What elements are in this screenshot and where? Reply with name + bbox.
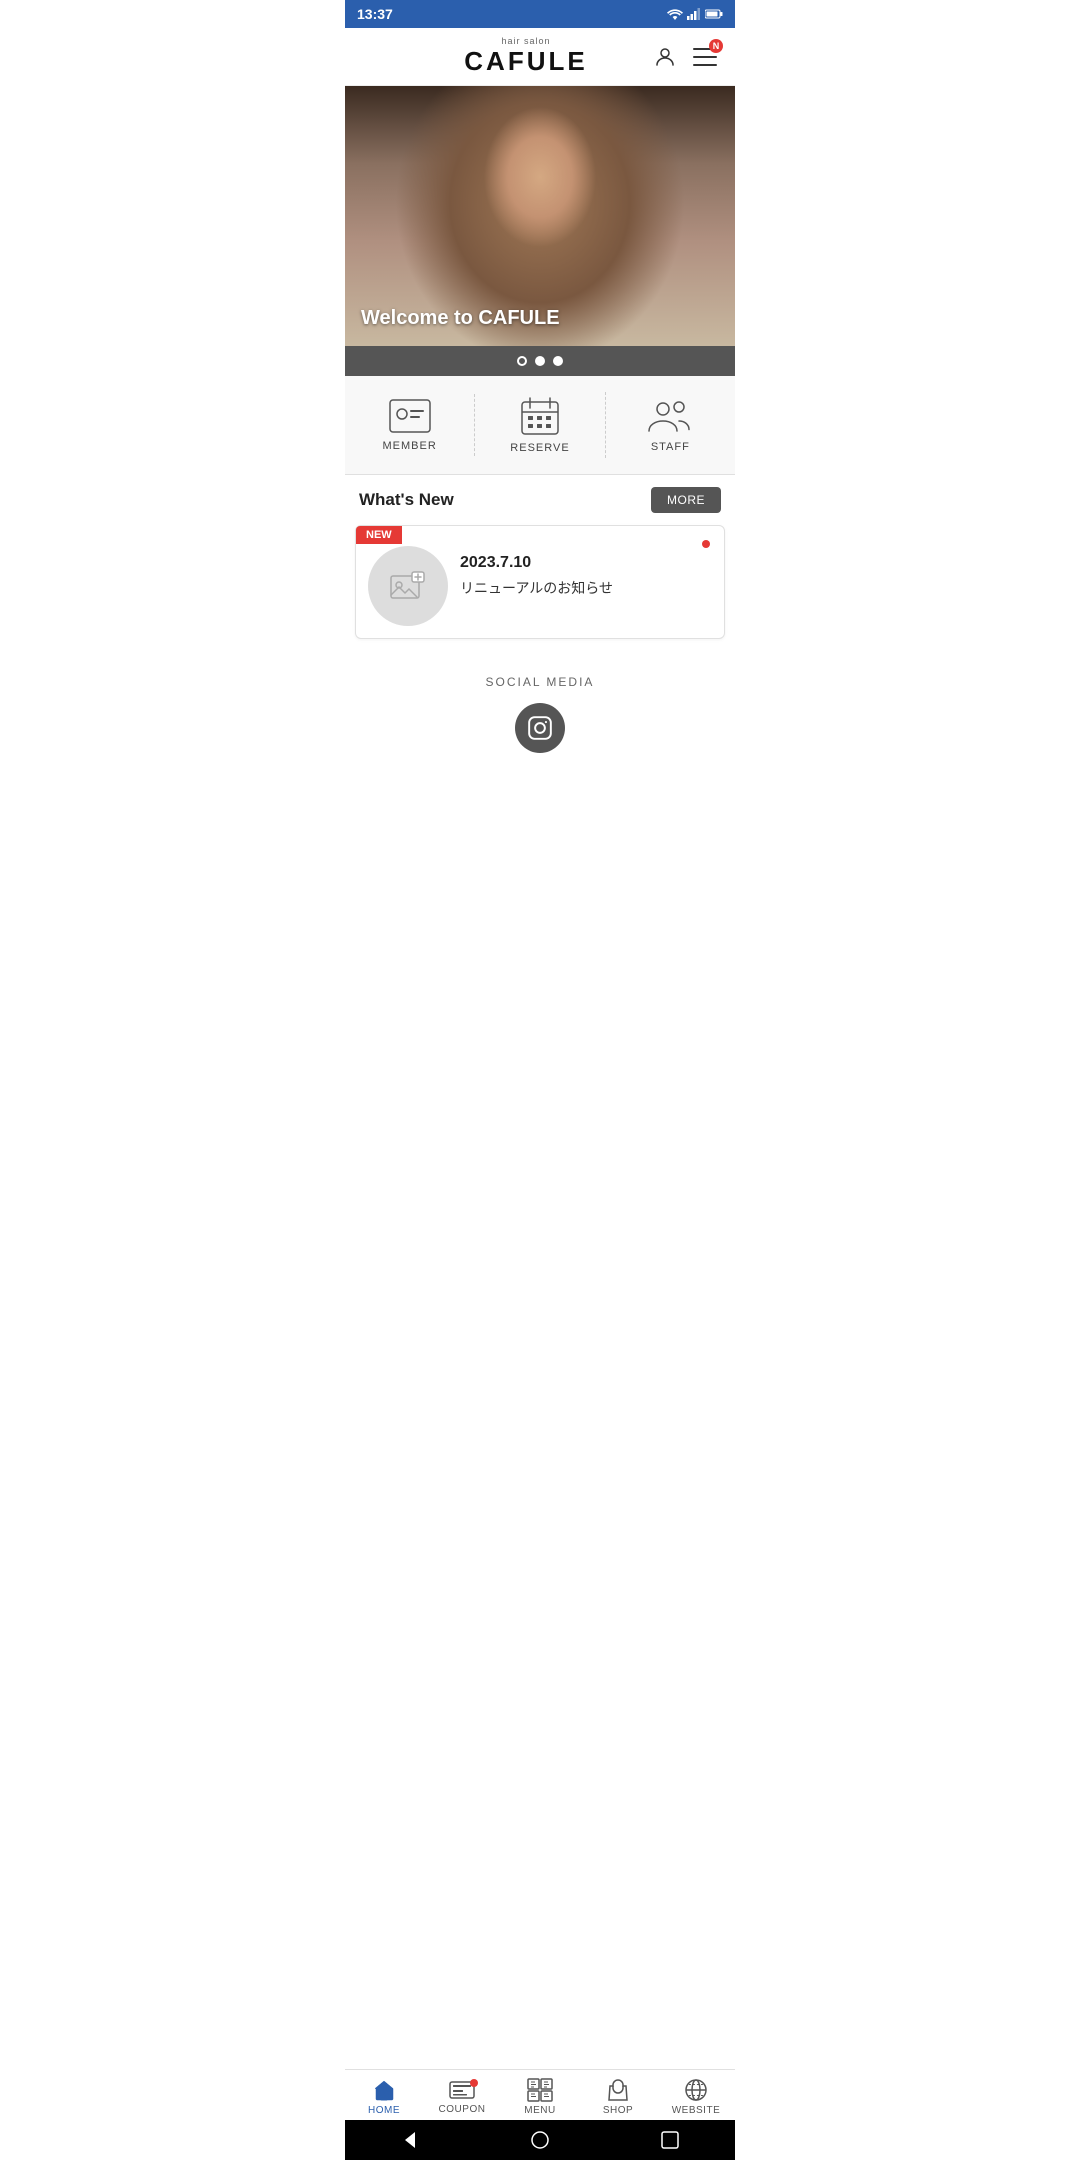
menu-button[interactable]: N (691, 43, 719, 71)
news-title: リニューアルのお知らせ (460, 578, 712, 598)
home-icon (372, 2078, 396, 2102)
coupon-label: COUPON (439, 2104, 486, 2115)
photo-icon (390, 571, 426, 601)
new-badge: NEW (356, 526, 402, 544)
carousel-dot-2[interactable] (535, 356, 545, 366)
person-icon (653, 45, 677, 69)
status-time: 13:37 (357, 6, 393, 22)
website-label: WEBSITE (672, 2105, 721, 2116)
shop-icon (606, 2078, 630, 2102)
hero-welcome-text: Welcome to CAFULE (361, 307, 560, 330)
recents-button[interactable] (660, 2130, 680, 2150)
battery-icon (705, 9, 723, 19)
whats-new-section: What's New MORE (345, 475, 735, 525)
social-title: SOCIAL MEDIA (486, 675, 595, 689)
status-icons (667, 8, 723, 20)
reserve-icon (520, 396, 560, 436)
android-navbar (345, 2120, 735, 2160)
logo-brand: CAFULE (464, 46, 587, 77)
logo-subtitle: hair salon (501, 36, 550, 46)
status-bar: 13:37 (345, 0, 735, 28)
bottom-nav-shop[interactable]: SHOP (579, 2078, 657, 2116)
news-date: 2023.7.10 (460, 554, 712, 572)
bottom-nav-home[interactable]: HOME (345, 2078, 423, 2116)
carousel-dots (345, 346, 735, 376)
header-actions: N (651, 43, 719, 71)
news-content: 2023.7.10 リニューアルのお知らせ (460, 538, 712, 598)
carousel-dot-3[interactable] (553, 356, 563, 366)
reserve-label: RESERVE (510, 442, 569, 454)
more-button[interactable]: MORE (651, 487, 721, 513)
instagram-button[interactable] (515, 703, 565, 753)
instagram-icon (527, 715, 553, 741)
hero-banner: Welcome to CAFULE (345, 86, 735, 346)
news-card[interactable]: NEW 2023.7.10 リニューアルのお知らせ (355, 525, 725, 639)
notification-badge: N (709, 39, 723, 53)
nav-reserve[interactable]: RESERVE (475, 392, 605, 458)
website-icon (684, 2078, 708, 2102)
member-label: MEMBER (383, 440, 437, 452)
carousel-dot-1[interactable] (517, 356, 527, 366)
app-logo: hair salon CAFULE (464, 36, 587, 77)
home-button[interactable] (530, 2130, 550, 2150)
unread-dot (702, 540, 710, 548)
coupon-notification-dot (470, 2079, 478, 2087)
bottom-nav: HOME COUPON MENU (345, 2069, 735, 2120)
signal-icon (687, 8, 701, 20)
social-section: SOCIAL MEDIA (345, 655, 735, 773)
menu-icon (527, 2078, 553, 2102)
staff-icon (647, 397, 693, 435)
app-header: hair salon CAFULE N (345, 28, 735, 86)
whats-new-title: What's New (359, 490, 454, 510)
home-label: HOME (368, 2105, 400, 2116)
back-button[interactable] (400, 2130, 420, 2150)
member-icon (388, 398, 432, 434)
quick-nav: MEMBER RESERVE STAFF (345, 376, 735, 475)
nav-member[interactable]: MEMBER (345, 394, 475, 456)
bottom-nav-menu[interactable]: MENU (501, 2078, 579, 2116)
nav-staff[interactable]: STAFF (606, 393, 735, 457)
bottom-nav-website[interactable]: WEBSITE (657, 2078, 735, 2116)
wifi-icon (667, 8, 683, 20)
news-thumbnail (368, 546, 448, 626)
profile-button[interactable] (651, 43, 679, 71)
bottom-nav-coupon[interactable]: COUPON (423, 2079, 501, 2115)
shop-label: SHOP (603, 2105, 633, 2116)
menu-label: MENU (524, 2105, 555, 2116)
staff-label: STAFF (651, 441, 690, 453)
